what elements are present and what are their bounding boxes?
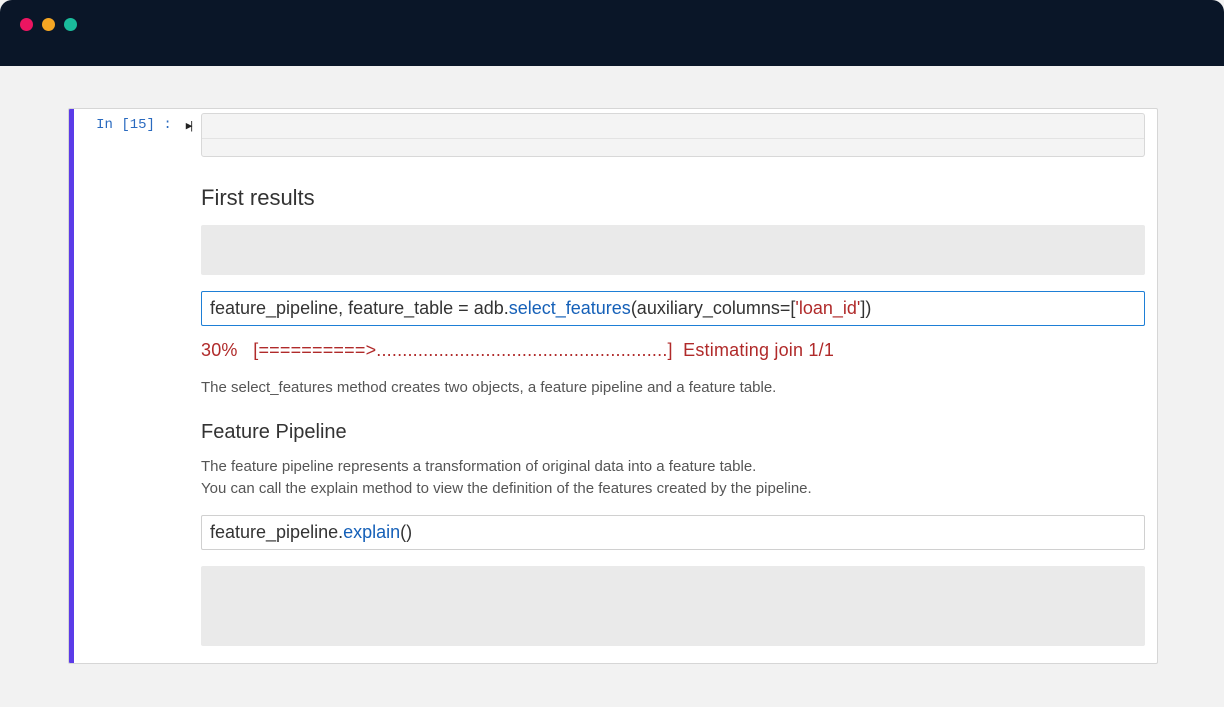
- code-line-select-features[interactable]: feature_pipeline, feature_table = adb.se…: [201, 291, 1145, 326]
- description-select-features: The select_features method creates two o…: [201, 377, 1145, 399]
- cell-content: First results feature_pipeline, feature_…: [201, 109, 1157, 646]
- prose-line: You can call the explain method to view …: [201, 480, 812, 497]
- progress-bar-ascii: [==========>............................…: [253, 340, 673, 360]
- window-minimize-button[interactable]: [42, 18, 55, 31]
- code-token-plain: (): [400, 522, 412, 542]
- code-line-explain[interactable]: feature_pipeline.explain(): [201, 515, 1145, 550]
- progress-output: 30% [==========>........................…: [201, 340, 1145, 361]
- description-feature-pipeline: The feature pipeline represents a transf…: [201, 456, 1145, 500]
- code-token-string: 'loan_id': [795, 298, 860, 318]
- progress-label: Estimating join 1/1: [683, 340, 834, 360]
- code-cell: In [15] : ▶| First results feature_pipel…: [74, 109, 1157, 646]
- app-window: In [15] : ▶| First results feature_pipel…: [0, 0, 1224, 707]
- code-input-area[interactable]: [201, 113, 1145, 157]
- code-token-func: select_features: [509, 298, 631, 318]
- code-token-plain: (auxiliary_columns=[: [631, 298, 796, 318]
- cell-gutter: In [15] : ▶|: [74, 109, 201, 646]
- notebook-viewport: In [15] : ▶| First results feature_pipel…: [68, 108, 1158, 664]
- notebook-cell-selected: In [15] : ▶| First results feature_pipel…: [69, 109, 1157, 663]
- code-token-plain: feature_pipeline.: [210, 522, 343, 542]
- cell-prompt: In [15] :: [96, 117, 172, 133]
- heading-feature-pipeline: Feature Pipeline: [201, 421, 1145, 444]
- output-placeholder-block: [201, 225, 1145, 275]
- window-controls: [20, 18, 77, 31]
- prose-line: The feature pipeline represents a transf…: [201, 458, 756, 475]
- code-token-plain: feature_pipeline, feature_table = adb.: [210, 298, 509, 318]
- code-token-func: explain: [343, 522, 400, 542]
- progress-percent: 30%: [201, 340, 238, 360]
- run-cell-icon[interactable]: ▶|: [186, 119, 191, 133]
- titlebar: [0, 0, 1224, 66]
- window-maximize-button[interactable]: [64, 18, 77, 31]
- output-placeholder-block-large: [201, 566, 1145, 646]
- window-close-button[interactable]: [20, 18, 33, 31]
- code-token-plain: ]): [860, 298, 871, 318]
- heading-first-results: First results: [201, 185, 1145, 211]
